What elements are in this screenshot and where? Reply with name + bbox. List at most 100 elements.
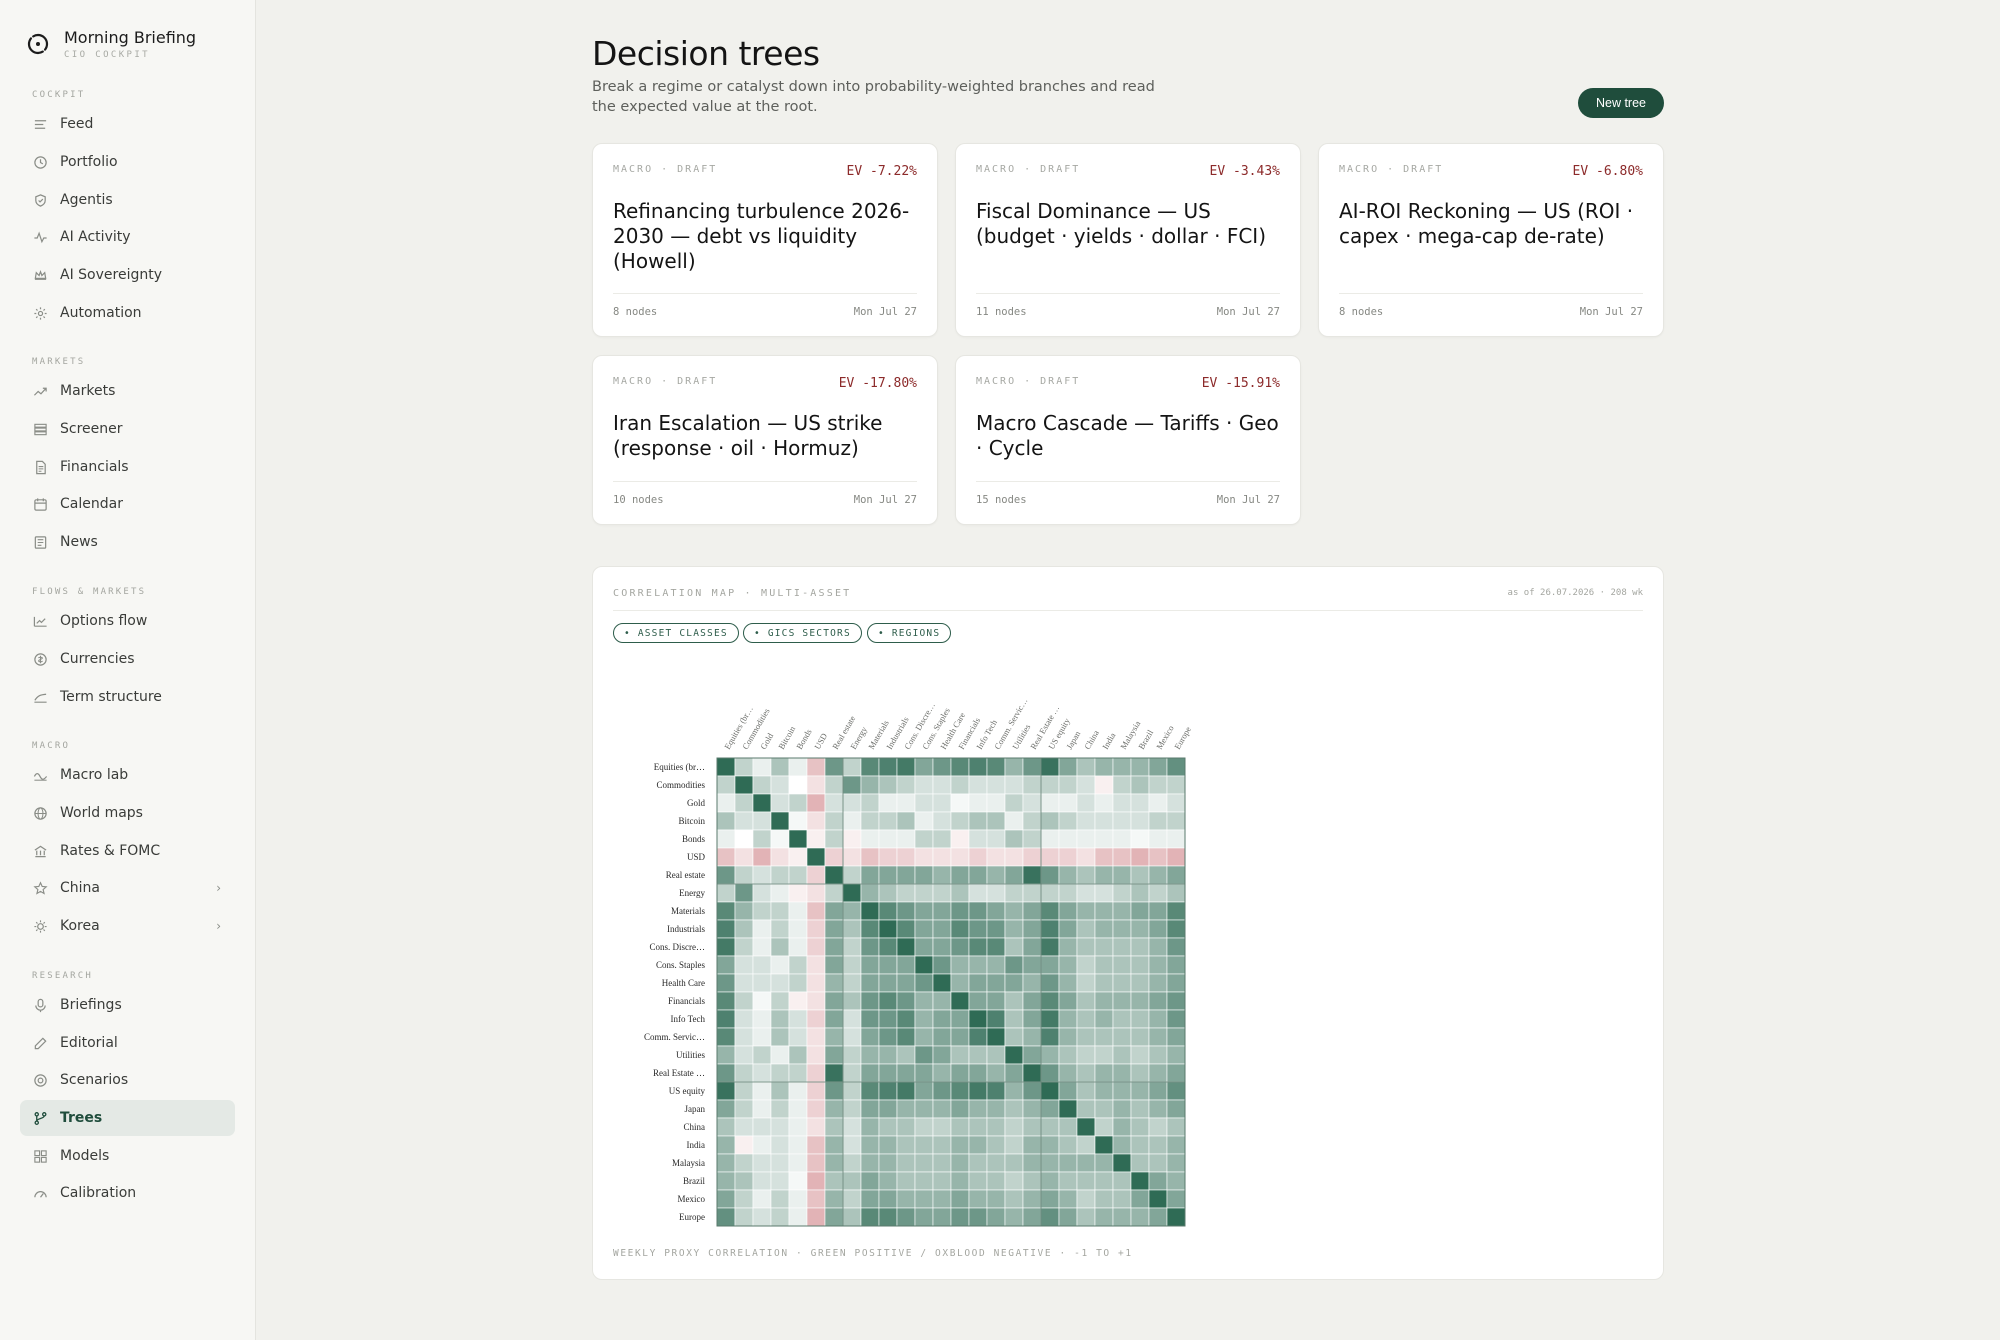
heatmap-cell (986, 1207, 1006, 1227)
heatmap-cell (932, 1009, 952, 1029)
heatmap-cell (806, 1189, 826, 1209)
sidebar-item-feed[interactable]: Feed (20, 106, 235, 142)
heatmap-cell (1040, 811, 1060, 831)
sidebar-item-ai-activity[interactable]: AI Activity (20, 219, 235, 255)
heatmap-cell (716, 1081, 736, 1101)
card-date: Mon Jul 27 (1579, 306, 1643, 318)
heatmap-cell (770, 865, 790, 885)
sidebar-item-models[interactable]: Models (20, 1138, 235, 1174)
brand-subtitle: CIO COCKPIT (64, 50, 151, 60)
sidebar-item-trees[interactable]: Trees (20, 1100, 235, 1136)
heatmap-cell (860, 991, 880, 1011)
heatmap-cell (788, 829, 808, 849)
chevron-right-icon[interactable]: › (216, 919, 221, 933)
heatmap-cell (1040, 973, 1060, 993)
sidebar-item-world-maps[interactable]: World maps (20, 795, 235, 831)
heatmap-cell (734, 1009, 754, 1029)
heatmap-cell (986, 1117, 1006, 1137)
heatmap-cell (878, 901, 898, 921)
row-label: China (684, 1122, 706, 1132)
heatmap-cell (986, 775, 1006, 795)
brand[interactable]: Morning Briefing CIO COCKPIT (26, 28, 196, 60)
heatmap-cell (896, 919, 916, 939)
heatmap-cell (788, 1171, 808, 1191)
sidebar-item-portfolio[interactable]: Portfolio (20, 144, 235, 180)
heatmap-cell (1058, 1009, 1078, 1029)
heatmap-cell (1166, 1135, 1186, 1155)
heatmap-cell (1076, 1099, 1096, 1119)
sidebar-item-editorial[interactable]: Editorial (20, 1025, 235, 1061)
heatmap-cell (860, 973, 880, 993)
heatmap-cell (806, 1099, 826, 1119)
row-label: Industrials (667, 924, 705, 934)
sidebar-item-screener[interactable]: Screener (20, 411, 235, 447)
sidebar-item-markets[interactable]: Markets (20, 373, 235, 409)
sidebar-item-ai-sovereignty[interactable]: AI Sovereignty (20, 257, 235, 293)
heatmap-cell (1112, 901, 1132, 921)
heatmap-cell (932, 1099, 952, 1119)
heatmap-cell (1040, 919, 1060, 939)
heatmap-cell (1148, 793, 1168, 813)
sidebar-item-financials[interactable]: Financials (20, 449, 235, 485)
sidebar-item-china[interactable]: China › (20, 870, 235, 906)
heatmap-cell (1094, 1081, 1114, 1101)
chevron-right-icon[interactable]: › (216, 881, 221, 895)
heatmap-cell (932, 1063, 952, 1083)
heatmap-cell (1004, 973, 1024, 993)
sidebar-item-calendar[interactable]: Calendar (20, 486, 235, 522)
sidebar-item-scenarios[interactable]: Scenarios (20, 1062, 235, 1098)
heatmap-cell (1040, 937, 1060, 957)
heatmap-cell (734, 1045, 754, 1065)
heatmap-cell (1004, 1027, 1024, 1047)
heatmap-cell (1094, 1117, 1114, 1137)
row-label: Comm. Servic… (644, 1032, 705, 1042)
heatmap-cell (878, 1153, 898, 1173)
tree-card[interactable]: MACRO · DRAFT EV -7.22% Refinancing turbul… (592, 143, 938, 337)
heatmap-cell (1148, 775, 1168, 795)
heatmap-cell (1004, 1063, 1024, 1083)
heatmap-cell (1022, 973, 1042, 993)
heatmap-cell (824, 1207, 844, 1227)
sidebar-item-agentis[interactable]: Agentis (20, 182, 235, 218)
sidebar-item-term-structure[interactable]: Term structure (20, 679, 235, 715)
heatmap-cell (1076, 901, 1096, 921)
heatmap-cell (1004, 829, 1024, 849)
heatmap-cell (968, 1099, 988, 1119)
heatmap-cell (1058, 991, 1078, 1011)
heatmap-cell (1058, 1027, 1078, 1047)
sidebar-item-news[interactable]: News (20, 524, 235, 560)
column-label: Bonds (794, 727, 814, 751)
heatmap-cell (878, 1027, 898, 1047)
feed-icon (32, 116, 48, 132)
heatmap-cell (1058, 865, 1078, 885)
tree-card[interactable]: MACRO · DRAFT EV -15.91% Macro Cascade — T… (955, 355, 1301, 525)
row-label: Cons. Staples (656, 960, 706, 970)
heatmap-cell (1040, 1099, 1060, 1119)
heatmap-cell (914, 955, 934, 975)
heatmap-cell (1130, 1045, 1150, 1065)
sidebar-item-label: News (60, 534, 98, 550)
sidebar-item-briefings[interactable]: Briefings (20, 987, 235, 1023)
heatmap-cell (842, 1009, 862, 1029)
sidebar-item-korea[interactable]: Korea › (20, 908, 235, 944)
heatmap-cell (752, 1189, 772, 1209)
sidebar-item-automation[interactable]: Automation (20, 295, 235, 331)
sidebar-item-currencies[interactable]: Currencies (20, 641, 235, 677)
sidebar-item-rates-fomc[interactable]: Rates & FOMC (20, 833, 235, 869)
heatmap-cell (770, 811, 790, 831)
tree-card[interactable]: MACRO · DRAFT EV -3.43% Fiscal Dominance —… (955, 143, 1301, 337)
new-tree-button[interactable]: New tree (1578, 88, 1664, 118)
sidebar-item-options-flow[interactable]: Options flow (20, 603, 235, 639)
heatmap-cell (1112, 1117, 1132, 1137)
heatmap-cell (752, 1081, 772, 1101)
sidebar-item-macro-lab[interactable]: Macro lab (20, 757, 235, 793)
heatmap-cell (968, 775, 988, 795)
sidebar-item-calibration[interactable]: Calibration (20, 1175, 235, 1211)
heatmap-cell (1148, 919, 1168, 939)
heatmap-cell (968, 1063, 988, 1083)
tree-card[interactable]: MACRO · DRAFT EV -6.80% AI-ROI Reckoning —… (1318, 143, 1664, 337)
heatmap-cell (752, 973, 772, 993)
heatmap-cell (950, 793, 970, 813)
heatmap-cell (1148, 1153, 1168, 1173)
tree-card[interactable]: MACRO · DRAFT EV -17.80% Iran Escalation —… (592, 355, 938, 525)
